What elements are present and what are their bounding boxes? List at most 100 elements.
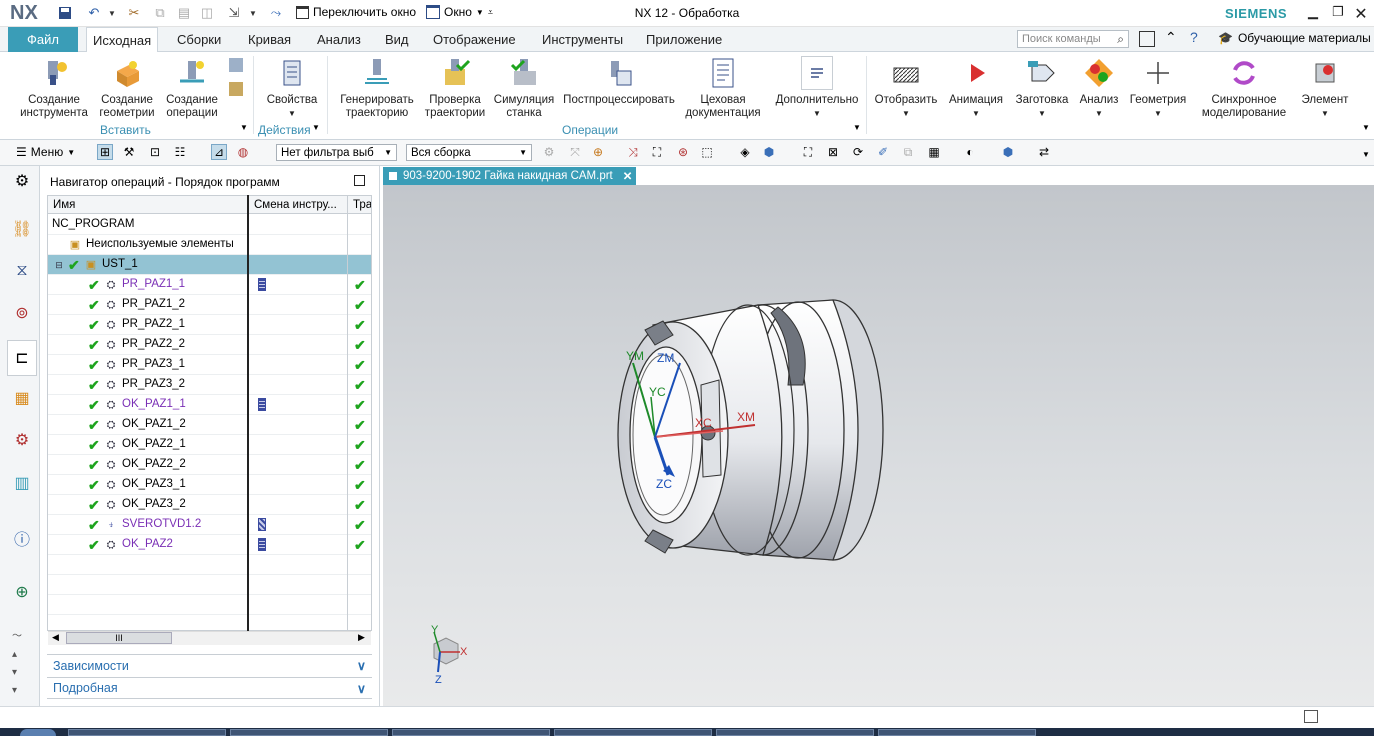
- pan-icon[interactable]: ✐: [875, 144, 891, 160]
- tab-display[interactable]: Отображение: [427, 27, 522, 52]
- path-color-icon[interactable]: ◍: [235, 144, 251, 160]
- render-style-icon[interactable]: ◐: [962, 144, 978, 160]
- orient-view-icon[interactable]: ⬢: [1000, 144, 1016, 160]
- taskbar-item[interactable]: [230, 729, 388, 736]
- tree-row-operation[interactable]: ✔ ⍖ SVEROTVD1.2 ✔: [48, 515, 371, 535]
- tree-row-operation[interactable]: ✔ ⛭ OK_PAZ1_1 ✔: [48, 395, 371, 415]
- tab-file[interactable]: Файл: [8, 27, 78, 52]
- tab-curve[interactable]: Кривая: [242, 27, 297, 52]
- create-operation-button[interactable]: Создание операции: [163, 56, 221, 120]
- ribbon-overflow-icon[interactable]: ▼: [1362, 123, 1370, 132]
- tree-row-operation[interactable]: ✔ ⛭ PR_PAZ1_2 ✔: [48, 295, 371, 315]
- tree-row-operation[interactable]: ✔ ⛭ PR_PAZ2_2 ✔: [48, 335, 371, 355]
- create-tool-button[interactable]: Создание инструмента: [18, 56, 90, 120]
- assembly-navigator-icon[interactable]: ⛓: [10, 217, 34, 241]
- curve-rule-icon[interactable]: ⤨: [625, 144, 641, 160]
- zoom-icon[interactable]: ⊠: [825, 144, 841, 160]
- tree-row-operation[interactable]: ✔ ⛭ OK_PAZ1_2 ✔: [48, 415, 371, 435]
- graphics-window-tab[interactable]: 903-9200-1902 Гайка накидная CAM.prt ✕: [383, 167, 636, 185]
- help-icon[interactable]: ?: [1190, 29, 1198, 45]
- show-path-icon[interactable]: ⊿: [211, 144, 227, 160]
- taskbar-item[interactable]: [878, 729, 1036, 736]
- display-button[interactable]: Отобразить ▼: [872, 56, 940, 120]
- geometry-view-icon[interactable]: ⊡: [147, 144, 163, 160]
- column-header-tool-change[interactable]: Смена инстру...: [249, 196, 349, 214]
- tree-row-operation[interactable]: ✔ ⛭ OK_PAZ3_1 ✔: [48, 475, 371, 495]
- tab-view[interactable]: Вид: [379, 27, 415, 52]
- tab-assemblies[interactable]: Сборки: [171, 27, 227, 52]
- info-icon[interactable]: ⓘ: [10, 526, 34, 550]
- method-view-icon[interactable]: ☷: [172, 144, 188, 160]
- tree-row-operation[interactable]: ✔ ⛭ PR_PAZ3_2 ✔: [48, 375, 371, 395]
- select-edge-icon[interactable]: ⤧: [567, 144, 583, 160]
- insert-extra-icon[interactable]: [229, 58, 243, 72]
- tree-row-operation[interactable]: ✔ ⛭ PR_PAZ3_1 ✔: [48, 355, 371, 375]
- element-button[interactable]: Элемент ▼: [1298, 56, 1352, 120]
- taskbar-item[interactable]: [392, 729, 550, 736]
- type-filter-select[interactable]: Нет фильтра выб ▼: [276, 144, 397, 161]
- minimize-button[interactable]: ▁: [1303, 4, 1323, 22]
- scroll-left-icon[interactable]: ◀: [52, 632, 59, 643]
- face-rule-icon[interactable]: ⛶: [649, 144, 665, 160]
- create-geometry-button[interactable]: Создание геометрии: [95, 56, 159, 120]
- fullscreen-icon[interactable]: [1139, 31, 1155, 47]
- verify-path-button[interactable]: Проверка траектории: [421, 56, 489, 120]
- close-tab-icon[interactable]: ✕: [623, 169, 633, 183]
- rectangle-select-icon[interactable]: ⬚: [699, 144, 715, 160]
- column-header-path[interactable]: Тра: [349, 196, 371, 214]
- analysis-button[interactable]: Анализ ▼: [1076, 56, 1122, 120]
- insert-extra2-icon[interactable]: [229, 82, 243, 96]
- taskbar-item[interactable]: [716, 729, 874, 736]
- tree-row-operation[interactable]: ✔ ⛭ OK_PAZ3_2 ✔: [48, 495, 371, 515]
- column-divider[interactable]: [247, 195, 249, 631]
- part-navigator-icon[interactable]: ⊚: [10, 301, 34, 325]
- tree-row-operation[interactable]: ✔ ⛭ PR_PAZ1_1 ✔: [48, 275, 371, 295]
- fit-view-icon[interactable]: ⛶: [800, 144, 816, 160]
- start-button[interactable]: [20, 729, 56, 736]
- tree-row-unused[interactable]: ▣ Неиспользуемые элементы: [48, 235, 371, 255]
- dependencies-section[interactable]: Зависимости ∨: [47, 654, 372, 676]
- restore-button[interactable]: ❐: [1328, 4, 1348, 22]
- assembly-scope-select[interactable]: Вся сборка ▼: [406, 144, 532, 161]
- scroll-thumb[interactable]: III: [66, 632, 172, 644]
- tree-row-operation[interactable]: ✔ ⛭ PR_PAZ2_1 ✔: [48, 315, 371, 335]
- section-view-icon[interactable]: ⧉: [900, 144, 916, 160]
- view-solid-icon[interactable]: ◈: [737, 144, 753, 160]
- properties-button[interactable]: Свойства ▼: [262, 56, 322, 120]
- operation-navigator-icon[interactable]: ⊏: [7, 340, 37, 376]
- collapse-ribbon-icon[interactable]: ⌃: [1165, 29, 1177, 46]
- tab-home[interactable]: Исходная: [86, 27, 159, 53]
- menu-button[interactable]: ☰ Меню ▼: [16, 145, 75, 159]
- more-button[interactable]: Дополнительно ▼: [772, 56, 862, 120]
- layout-icon[interactable]: ▦: [926, 144, 942, 160]
- program-order-view-icon[interactable]: ⊞: [97, 144, 113, 160]
- maximize-panel-icon[interactable]: [354, 175, 365, 186]
- animation-button[interactable]: Анимация ▼: [946, 56, 1006, 120]
- postprocess-button[interactable]: Постпроцессировать: [560, 56, 678, 107]
- reuse-library-icon[interactable]: ▥: [10, 471, 34, 495]
- tree-row-operation[interactable]: ✔ ⛭ OK_PAZ2_1 ✔: [48, 435, 371, 455]
- taskbar-item[interactable]: [68, 729, 226, 736]
- sync-modeling-button[interactable]: Синхронное моделирование: [1194, 56, 1294, 120]
- edit-section-icon[interactable]: ⇄: [1036, 144, 1052, 160]
- machine-navigator-icon[interactable]: ▦: [10, 386, 34, 410]
- snap-point-icon[interactable]: ⊕: [590, 144, 606, 160]
- web-browser-icon[interactable]: ⊕: [10, 580, 34, 604]
- shaded-view-icon[interactable]: ⬢: [761, 144, 777, 160]
- full-screen-toggle-icon[interactable]: [1304, 710, 1318, 723]
- command-search-input[interactable]: Поиск команды ⌕: [1017, 30, 1129, 48]
- taskbar-item[interactable]: [554, 729, 712, 736]
- tab-tools[interactable]: Инструменты: [536, 27, 629, 52]
- graphics-viewport[interactable]: YM ZM YC XC XM ZC X Y Z: [383, 185, 1374, 706]
- generate-path-button[interactable]: Генерировать траекторию: [336, 56, 418, 120]
- tree-row-operation[interactable]: ✔ ⛭ OK_PAZ2 ✔: [48, 535, 371, 555]
- tree-row-nc-program[interactable]: NC_PROGRAM: [48, 215, 371, 235]
- blank-button[interactable]: Заготовка ▼: [1012, 56, 1072, 120]
- constraint-navigator-icon[interactable]: ⧖: [10, 259, 34, 283]
- machine-tool-view-icon[interactable]: ⚒: [121, 144, 137, 160]
- toolbar-overflow-icon[interactable]: ▼: [1362, 150, 1370, 159]
- column-header-name[interactable]: Имя: [48, 196, 249, 214]
- close-button[interactable]: ✕: [1351, 4, 1371, 23]
- details-section[interactable]: Подробная ∨: [47, 677, 372, 699]
- collapse-icon[interactable]: ⊟: [52, 258, 66, 272]
